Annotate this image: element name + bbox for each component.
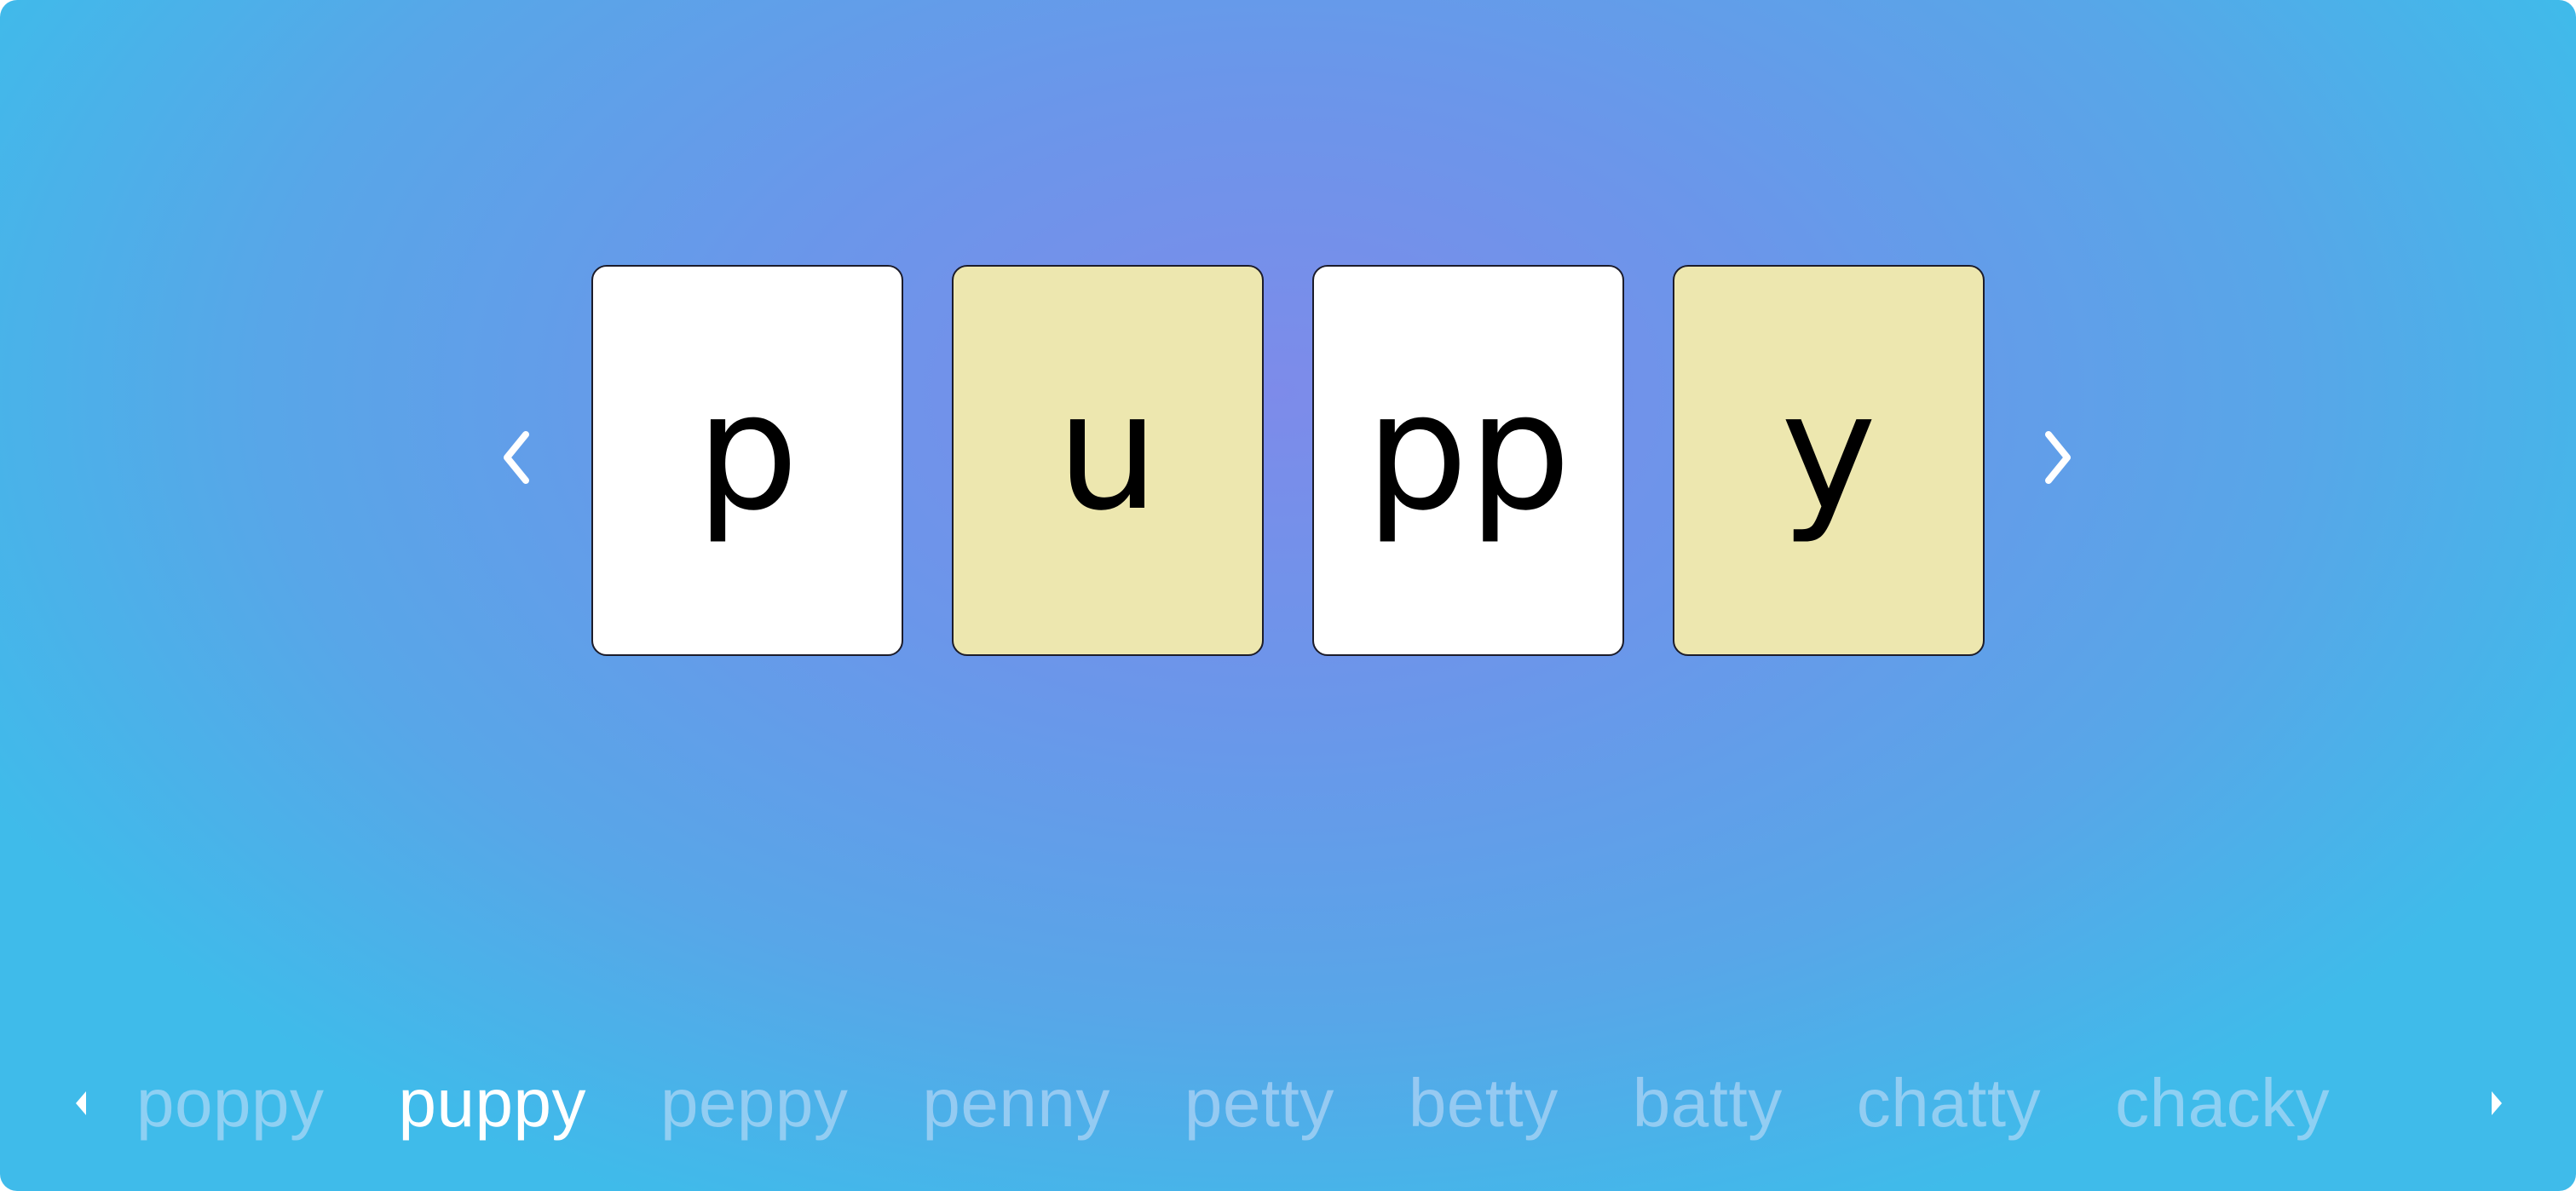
letter-tile[interactable]: pp [1312,265,1624,656]
caret-left-icon [76,1091,86,1115]
caret-right-icon [2492,1091,2502,1115]
word-list-track: poppy puppy peppy penny petty betty batty chatt… [128,1048,2439,1159]
word-list-item[interactable]: batty [1633,1064,1783,1142]
previous-word-button[interactable] [487,419,546,496]
next-word-button[interactable] [2028,419,2088,496]
letter-tile[interactable]: u [952,265,1264,656]
word-list-item[interactable]: peppy [660,1064,848,1142]
word-list: poppy puppy peppy penny petty betty batty chatt… [128,1048,2439,1159]
word-builder-app: p u pp y poppy puppy peppy penny petty betty b… [0,0,2576,1191]
chevron-left-icon [504,431,529,484]
word-list-item[interactable]: chatty [1857,1064,2041,1142]
letter-tile[interactable]: p [591,265,903,656]
word-list-scroll-left-button[interactable] [64,1078,98,1129]
word-list-item[interactable]: penny [922,1064,1109,1142]
word-list-item[interactable]: petty [1184,1064,1334,1142]
chevron-right-icon [2045,431,2071,484]
word-list-item[interactable]: chacky [2115,1064,2330,1142]
word-list-item[interactable]: betty [1409,1064,1559,1142]
letter-tiles: p u pp y [591,265,1985,656]
word-list-scroll-right-button[interactable] [2480,1078,2514,1129]
letter-tile[interactable]: y [1673,265,1985,656]
word-list-item[interactable]: poppy [136,1064,324,1142]
word-list-item[interactable]: puppy [398,1064,585,1142]
